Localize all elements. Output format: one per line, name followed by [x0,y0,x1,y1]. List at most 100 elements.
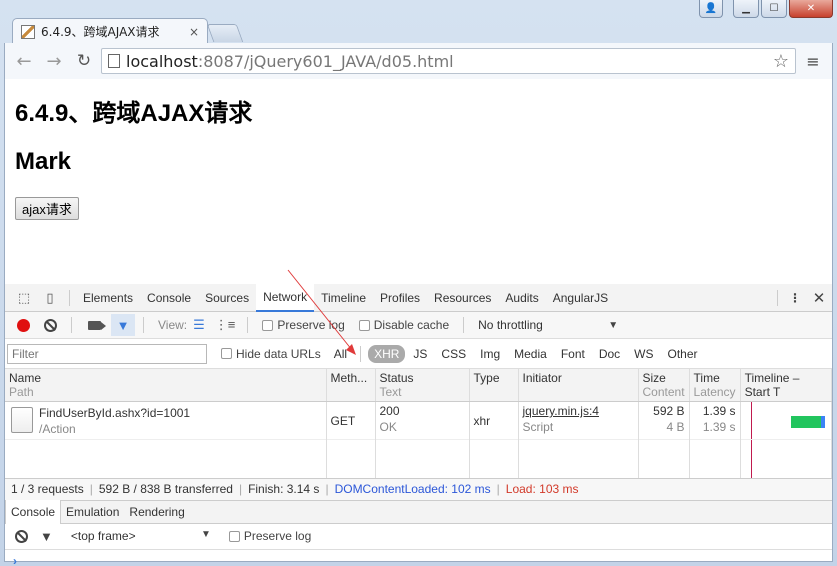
filter-type-font[interactable]: Font [555,345,591,363]
frame-select[interactable]: <top frame> ▼ [71,529,211,543]
transferred-size: 592 B / 838 B transferred [98,482,233,496]
record-icon[interactable] [17,318,30,332]
checkbox-icon[interactable] [221,348,232,359]
back-button[interactable]: ← [11,48,37,74]
reload-button[interactable]: ↻ [71,48,97,74]
finish-time: Finish: 3.14 s [248,482,320,496]
tab-elements[interactable]: Elements [76,284,140,312]
request-status-cell: 200 OK [375,401,470,440]
tab-network[interactable]: Network [256,283,315,312]
request-name[interactable]: FindUserById.ashx?id=1001 [39,406,190,420]
filter-type-css[interactable]: CSS [435,345,472,363]
forward-button[interactable]: → [41,48,67,74]
request-initiator-cell: jquery.min.js:4 Script [518,401,639,440]
tab-profiles[interactable]: Profiles [373,284,427,312]
new-tab-button[interactable] [206,24,244,42]
devtools-tabs: ⬚ ▯ Elements Console Sources Network Tim… [5,283,832,312]
prompt-icon: › [13,553,17,566]
ajax-request-button[interactable]: ajax请求 [15,197,79,220]
disable-cache-checkbox[interactable]: Disable cache [358,318,449,332]
checkbox-icon[interactable] [228,530,240,542]
column-type[interactable]: Type [469,369,519,402]
filter-bar: Hide data URLs All XHR JS CSS Img Media … [5,339,832,369]
column-status[interactable]: Status Text [375,369,470,402]
column-time[interactable]: Time Latency [689,369,741,402]
tab-timeline[interactable]: Timeline [314,284,373,312]
filter-icon[interactable]: ▼ [111,314,135,336]
network-toolbar: ▼ View: ☰ ⋮≡ Preserve log Disable cache … [5,312,832,339]
timeline-bar[interactable] [790,416,825,428]
filter-type-all[interactable]: All [328,345,353,363]
page-heading-1: 6.4.9、跨域AJAX请求 [15,100,253,127]
console-preserve-log-checkbox[interactable]: Preserve log [228,529,311,543]
drawer-tabs: Console Emulation Rendering [5,499,832,524]
maximize-button[interactable]: ☐ [761,0,787,18]
table-filler-row [5,439,833,478]
filter-type-other[interactable]: Other [662,345,704,363]
page-icon [108,54,120,68]
request-time-cell: 1.39 s 1.39 s [689,401,741,440]
filter-input[interactable] [7,343,207,364]
page-viewport: 6.4.9、跨域AJAX请求 Mark ajax请求 [4,79,833,284]
column-method[interactable]: Meth... [326,369,376,402]
column-name[interactable]: Name Path [5,369,327,402]
tab-audits[interactable]: Audits [498,284,545,312]
device-mode-icon[interactable]: ▯ [37,287,63,309]
request-timeline-cell [740,401,833,440]
clear-icon[interactable] [44,318,57,332]
overview-icon[interactable]: ⋮≡ [215,317,236,333]
drawer-tab-console[interactable]: Console [5,499,62,524]
preserve-log-checkbox[interactable]: Preserve log [262,318,345,332]
dropdown-caret-icon: ▼ [608,319,619,331]
tab-sources[interactable]: Sources [198,284,256,312]
hide-data-urls-checkbox[interactable]: Hide data URLs [221,347,321,361]
console-toolbar: ▼ <top frame> ▼ Preserve log [5,524,832,550]
user-icon[interactable]: 👤 [699,0,723,18]
load-time: Load: 103 ms [505,482,579,496]
column-size[interactable]: Size Content [638,369,690,402]
devtools-panel: ⬚ ▯ Elements Console Sources Network Tim… [4,283,833,566]
capture-screenshots-icon[interactable] [88,320,106,330]
tab-console[interactable]: Console [140,284,198,312]
filter-type-js[interactable]: JS [407,345,433,363]
large-rows-icon[interactable]: ☰ [193,317,205,333]
tab-resources[interactable]: Resources [427,284,498,312]
dropdown-caret-icon: ▼ [200,529,211,540]
drawer-tab-rendering[interactable]: Rendering [124,500,189,524]
url-path: :8087/jQuery601_JAVA/d05.html [197,51,454,71]
filter-type-ws[interactable]: WS [628,345,659,363]
close-devtools-icon[interactable]: ✕ [806,289,832,307]
more-options-icon[interactable]: ⋮ [784,291,806,305]
checkbox-icon[interactable] [262,319,274,331]
request-path: /Action [39,422,76,436]
column-timeline[interactable]: Timeline – Start T [740,369,833,402]
filter-type-media[interactable]: Media [508,345,553,363]
filter-type-doc[interactable]: Doc [593,345,626,363]
drawer-tab-emulation[interactable]: Emulation [61,500,124,524]
filter-type-xhr[interactable]: XHR [368,344,406,363]
tab-angularjs[interactable]: AngularJS [546,284,615,312]
close-tab-icon[interactable]: × [189,25,199,39]
close-window-button[interactable]: ✕ [789,0,833,18]
minimize-button[interactable]: ▁ [733,0,759,18]
column-initiator[interactable]: Initiator [518,369,639,402]
address-bar[interactable]: localhost :8087/jQuery601_JAVA/d05.html … [101,48,796,74]
console-filter-icon[interactable]: ▼ [40,529,53,544]
browser-tab[interactable]: 6.4.9、跨域AJAX请求 × [12,18,208,44]
bookmark-star-icon[interactable]: ☆ [773,51,789,72]
console-prompt[interactable]: › [5,550,832,566]
tab-title: 6.4.9、跨域AJAX请求 [41,25,160,39]
initiator-link[interactable]: jquery.min.js:4 [523,404,599,418]
request-name-cell[interactable]: FindUserById.ashx?id=1001 /Action [5,401,327,440]
chrome-menu-icon[interactable]: ≡ [800,52,826,71]
clear-console-icon[interactable] [15,529,28,543]
domcontentloaded-time: DOMContentLoaded: 102 ms [334,482,491,496]
throttling-select[interactable]: No throttling ▼ [478,318,618,332]
favicon-icon [21,24,35,39]
table-row[interactable]: FindUserById.ashx?id=1001 /Action GET 20… [5,401,833,440]
network-requests-table: Name Path Meth... Status Text Type Initiat… [5,369,833,478]
request-method: GET [326,401,376,440]
filter-type-img[interactable]: Img [474,345,506,363]
inspect-element-icon[interactable]: ⬚ [11,287,37,309]
checkbox-icon[interactable] [358,319,370,331]
